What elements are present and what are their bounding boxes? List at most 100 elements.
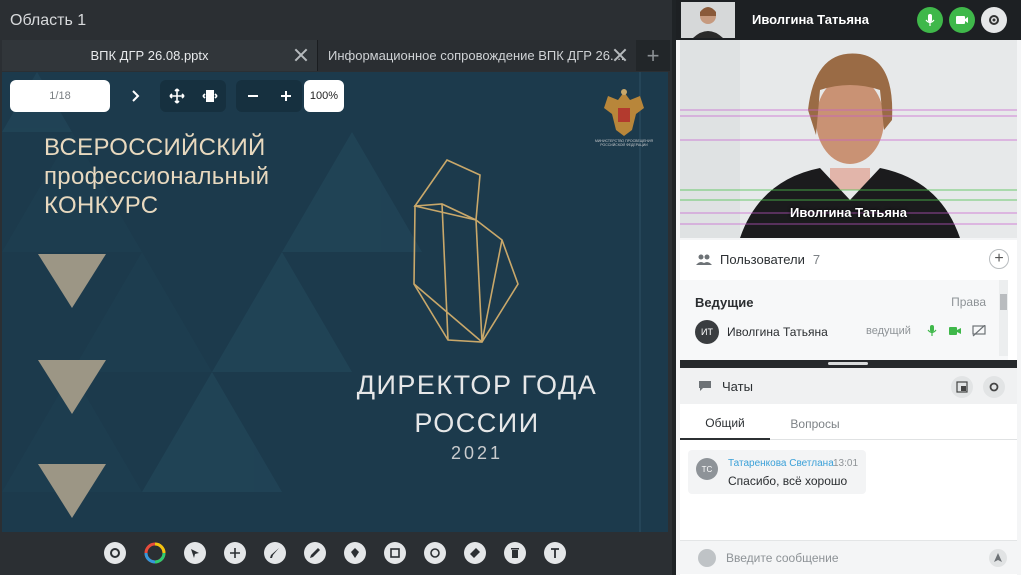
prev-slide-button[interactable] (84, 80, 118, 112)
document-tabs: ВПК ДГР 26.08.pptx Информационное сопров… (2, 40, 670, 71)
color-tool[interactable] (137, 535, 173, 571)
gear-icon (104, 542, 126, 564)
panel-resize-handle[interactable] (680, 360, 1017, 368)
tab-presentation[interactable]: ВПК ДГР 26.08.pptx (2, 40, 317, 71)
camera-button[interactable] (949, 7, 975, 33)
chat-export-button[interactable] (951, 376, 973, 398)
circle-icon (424, 542, 446, 564)
screen-share-off-icon[interactable] (972, 325, 986, 337)
headline-line: профессиональный (44, 163, 270, 190)
chevron-right-icon (132, 90, 140, 102)
pen-tool[interactable] (337, 535, 373, 571)
minus-icon (247, 95, 258, 97)
next-slide-button[interactable] (118, 80, 152, 112)
move-tool[interactable] (217, 535, 253, 571)
slide-navigation (84, 80, 154, 112)
chat-section: Чаты Общий Вопросы ТС Татаренкова Светла… (680, 368, 1017, 575)
video-settings-button[interactable] (981, 7, 1007, 33)
app-root: Область 1 ВПК ДГР 26.08.pptx Информацион… (0, 0, 1021, 575)
slide-headline: ВСЕРОССИЙСКИЙ профессиональный КОНКУРС (44, 133, 269, 220)
chat-settings-button[interactable] (983, 376, 1005, 398)
headline-line: КОНКУРС (44, 192, 159, 219)
headline-line: ВСЕРОССИЙСКИЙ (44, 134, 266, 161)
users-count: 7 (812, 251, 821, 267)
fit-button[interactable] (193, 80, 226, 112)
clear-tool[interactable] (497, 535, 533, 571)
chevron-left-icon (96, 90, 104, 102)
users-scrollbar[interactable] (999, 280, 1008, 356)
camera-icon[interactable] (949, 326, 961, 336)
chat-title: Чаты (722, 378, 753, 394)
circle-tool[interactable] (417, 535, 453, 571)
message-input[interactable] (726, 547, 966, 569)
host-name[interactable]: Иволгина Татьяна (727, 325, 828, 339)
tab-general[interactable]: Общий (680, 408, 770, 440)
speaker-thumbnail[interactable] (681, 2, 735, 38)
slide-canvas[interactable]: 1/18 100% МИНИСТЕРСТВО ПРОСВЕЩЕНИЯ РОССИ… (2, 72, 668, 532)
fit-width-icon (201, 90, 218, 102)
gear-icon (989, 15, 999, 25)
tab-label: ВПК ДГР 26.08.pptx (90, 48, 209, 63)
zoom-level[interactable]: 100% (304, 80, 344, 112)
users-section: Пользователи 7 + Ведущие Права ИТ Иволги… (680, 240, 1017, 360)
rectangle-icon (384, 542, 406, 564)
speaker-name: Иволгина Татьяна (752, 12, 870, 27)
add-user-button[interactable]: + (989, 249, 1009, 269)
video-feed[interactable]: Иволгина Татьяна (680, 40, 1017, 238)
video-header: Иволгина Татьяна (676, 0, 1021, 40)
close-icon[interactable] (293, 47, 309, 63)
users-title: Пользователи (720, 251, 805, 267)
send-icon[interactable] (989, 549, 1007, 567)
pointer-icon (184, 542, 206, 564)
host-role: ведущий (866, 325, 911, 337)
chat-tabs: Общий Вопросы (680, 408, 1017, 440)
scroll-thumb[interactable] (1000, 294, 1007, 310)
move-icon (168, 88, 185, 104)
tab-label: Информационное сопровождение ВПК ДГР 26.… (328, 48, 625, 63)
emoji-icon[interactable] (698, 549, 716, 567)
emblem-caption: МИНИСТЕРСТВО ПРОСВЕЩЕНИЯ РОССИЙСКОЙ ФЕДЕ… (595, 139, 653, 147)
slide-title: ДИРЕКТОР ГОДА РОССИИ (322, 366, 632, 442)
microphone-icon[interactable] (927, 325, 937, 337)
tab-questions[interactable]: Вопросы (770, 408, 860, 440)
text-tool[interactable] (537, 535, 573, 571)
title-line: РОССИИ (414, 408, 540, 438)
title-line: ДИРЕКТОР ГОДА (356, 370, 598, 400)
video-name-label: Иволгина Татьяна (789, 205, 907, 220)
side-panel: Иволгина Татьяна Иволгина Татьяна Пользо… (676, 0, 1021, 575)
brush-tool[interactable] (257, 535, 293, 571)
pan-button[interactable] (160, 80, 193, 112)
eagle-emblem-icon (604, 89, 644, 136)
drawing-toolbar (2, 533, 668, 573)
camera-icon (956, 16, 968, 24)
eraser-tool[interactable] (457, 535, 493, 571)
chat-icon (699, 381, 711, 391)
pencil-tool[interactable] (297, 535, 333, 571)
rectangle-tool[interactable] (377, 535, 413, 571)
zoom-out-button[interactable] (236, 80, 269, 112)
tab-info-support[interactable]: Информационное сопровождение ВПК ДГР 26.… (317, 40, 636, 71)
gear-icon (989, 382, 999, 392)
rights-label: Права (951, 295, 986, 309)
zoom-in-button[interactable] (269, 80, 302, 112)
message-time: 13:01 (833, 458, 859, 469)
close-icon[interactable] (612, 47, 628, 63)
settings-tool[interactable] (97, 535, 133, 571)
message-author[interactable]: Татаренкова Светлана (728, 458, 834, 469)
microphone-icon (925, 14, 935, 26)
color-wheel-icon (144, 542, 166, 564)
view-controls (160, 80, 226, 112)
chat-header: Чаты (680, 368, 1017, 404)
area-title: Область 1 (10, 12, 87, 29)
users-header: Пользователи 7 (680, 240, 1017, 278)
users-icon (696, 254, 712, 265)
eraser-icon (464, 542, 486, 564)
mic-button[interactable] (917, 7, 943, 33)
pointer-tool[interactable] (177, 535, 213, 571)
pencil-icon (304, 542, 326, 564)
hosts-label: Ведущие (695, 295, 754, 310)
text-icon (544, 542, 566, 564)
add-tab-button[interactable]: + (636, 40, 670, 71)
message-text: Спасибо, всё хорошо (728, 474, 848, 488)
zoom-controls (236, 80, 302, 112)
